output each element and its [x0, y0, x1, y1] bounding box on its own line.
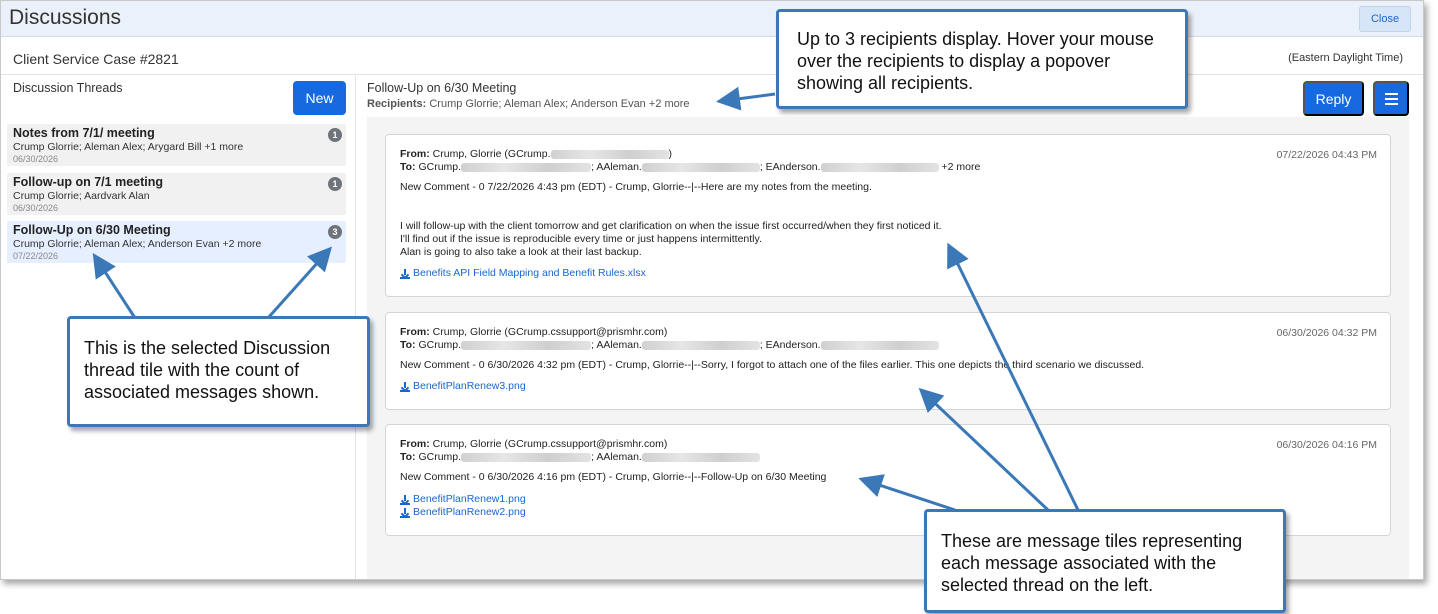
arrow-to-message-1 — [947, 242, 1080, 511]
arrow-to-message-3 — [858, 474, 956, 512]
arrow-to-thread-tile — [92, 252, 137, 319]
arrow-to-count-badge — [266, 246, 333, 320]
arrow-to-recipients — [716, 86, 776, 111]
callout-message-tiles: These are message tiles representing eac… — [924, 509, 1286, 613]
screenshot-stage: Discussions Close Client Service Case #2… — [0, 0, 1438, 614]
callout-recipients: Up to 3 recipients display. Hover your m… — [776, 9, 1188, 109]
callout-thread-tile: This is the selected Discussion thread t… — [67, 316, 370, 427]
